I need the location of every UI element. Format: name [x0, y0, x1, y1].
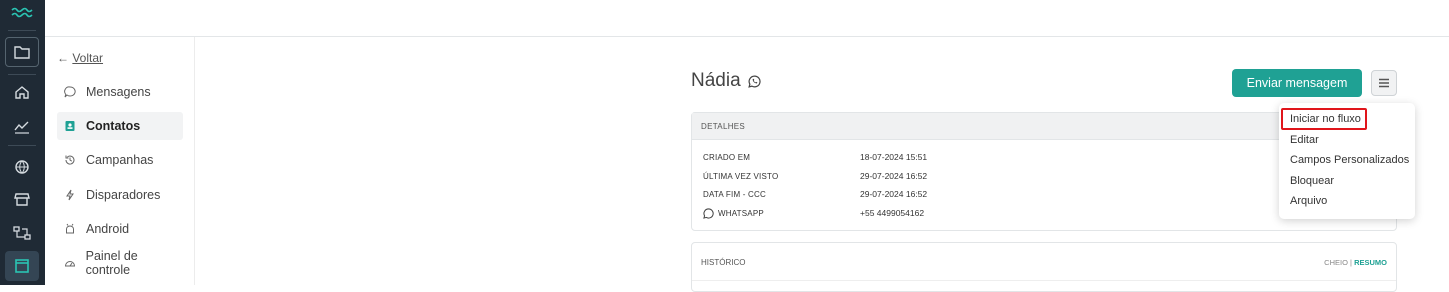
- nav-item-disparadores[interactable]: Disparadores: [57, 181, 183, 209]
- home-icon: [15, 86, 29, 99]
- detail-row-whatsapp: WHATSAPP: [703, 208, 764, 219]
- menu-item-archive[interactable]: Arquivo: [1290, 195, 1327, 207]
- rail-globe-button[interactable]: [5, 152, 39, 182]
- rail-divider: [8, 145, 36, 146]
- back-link[interactable]: ← Voltar: [57, 51, 103, 65]
- detail-label: DATA FIM - CCC: [703, 190, 766, 199]
- nav-item-painel-de-controle[interactable]: Painel de controle: [57, 249, 183, 277]
- window-icon: [15, 259, 29, 273]
- rail-divider: [8, 30, 36, 31]
- history-summary-toggle[interactable]: RESUMO: [1354, 258, 1387, 267]
- trend-chart-icon: [14, 121, 29, 134]
- nav-item-label: Mensagens: [86, 85, 151, 99]
- top-bar: [45, 0, 1449, 37]
- lightning-icon: [66, 189, 74, 201]
- detail-label: ÚLTIMA VEZ VISTO: [703, 172, 779, 181]
- detail-label: CRIADO EM: [703, 153, 751, 162]
- detail-value: 29-07-2024 16:52: [860, 189, 928, 199]
- nav-item-label: Android: [86, 222, 130, 236]
- more-menu-button[interactable]: [1371, 70, 1397, 96]
- app-rail: [0, 0, 45, 285]
- rail-divider: [8, 74, 36, 75]
- whatsapp-icon: [747, 75, 761, 88]
- chat-bubble-icon: [64, 86, 76, 98]
- detail-value: 29-07-2024 16:52: [860, 171, 928, 181]
- rail-analytics-button[interactable]: [5, 111, 39, 141]
- contact-name: Nádia: [691, 70, 741, 91]
- rail-store-button[interactable]: [5, 184, 39, 214]
- back-arrow-icon: ←: [57, 51, 69, 65]
- detail-label: WHATSAPP: [718, 209, 764, 218]
- send-message-button[interactable]: Enviar mensagem: [1232, 69, 1362, 97]
- menu-item-edit[interactable]: Editar: [1290, 134, 1319, 146]
- back-label[interactable]: Voltar: [72, 51, 103, 65]
- contacts-subnav: ← Voltar Mensagens Contatos Campanhas Di…: [45, 37, 195, 285]
- rail-contacts-button[interactable]: [5, 251, 39, 281]
- rail-flow-button[interactable]: [5, 218, 39, 248]
- contact-title: Nádia: [691, 70, 761, 92]
- flow-nodes-icon: [13, 226, 31, 240]
- nav-item-campanhas[interactable]: Campanhas: [57, 146, 183, 174]
- hamburger-menu-icon: [1379, 78, 1389, 88]
- history-title: HISTÓRICO: [701, 258, 746, 267]
- globe-icon: [15, 160, 29, 174]
- history-header: HISTÓRICO CHEIO | RESUMO: [692, 243, 1396, 281]
- nav-item-android[interactable]: Android: [57, 215, 183, 243]
- history-view-toggle: CHEIO | RESUMO: [1324, 258, 1387, 280]
- nav-item-label: Disparadores: [86, 188, 161, 202]
- rail-home-button[interactable]: [5, 77, 39, 107]
- detail-value: +55 4499054162: [860, 208, 925, 218]
- history-icon: [65, 155, 75, 165]
- rail-folder-button[interactable]: [5, 37, 39, 67]
- nav-item-label: Painel de controle: [85, 249, 138, 277]
- toggle-separator: |: [1350, 258, 1352, 267]
- dashboard-gauge-icon: [64, 261, 75, 267]
- menu-item-custom-fields[interactable]: Campos Personalizados: [1290, 154, 1409, 166]
- store-icon: [14, 193, 30, 206]
- nav-item-label: Campanhas: [86, 153, 154, 167]
- nav-item-label: Contatos: [86, 119, 141, 133]
- nav-item-contatos[interactable]: Contatos: [57, 112, 183, 140]
- whatsapp-icon: [703, 208, 714, 219]
- app-logo-icon[interactable]: [10, 6, 34, 20]
- detail-value: 18-07-2024 15:51: [860, 152, 928, 162]
- menu-item-block[interactable]: Bloquear: [1290, 175, 1334, 187]
- history-full-toggle[interactable]: CHEIO: [1324, 258, 1348, 267]
- nav-item-mensagens[interactable]: Mensagens: [57, 78, 183, 106]
- folder-icon: [14, 46, 30, 59]
- android-icon: [66, 223, 74, 234]
- highlight-box: [1281, 108, 1367, 130]
- contact-card-icon: [65, 121, 75, 131]
